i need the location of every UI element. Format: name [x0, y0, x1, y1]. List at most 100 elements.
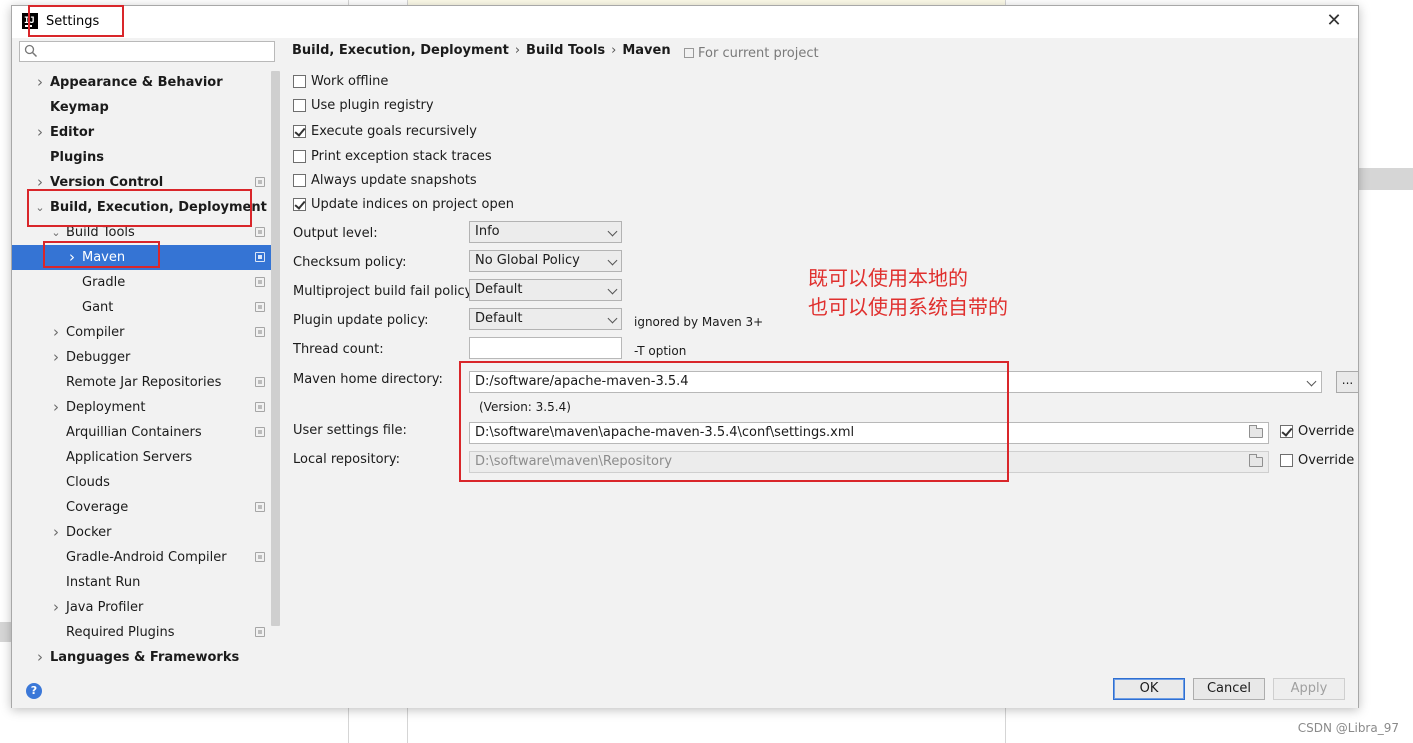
- sidebar-item-clouds[interactable]: Clouds: [12, 470, 272, 495]
- checkbox-checked[interactable]: [293, 125, 306, 138]
- output-level-label: Output level:: [293, 226, 378, 241]
- checkbox-unchecked[interactable]: [293, 75, 306, 88]
- folder-icon: [1249, 454, 1263, 467]
- sidebar-item-application-servers[interactable]: Application Servers: [12, 445, 272, 470]
- sidebar-item-compiler[interactable]: › Compiler: [12, 320, 272, 345]
- sidebar-item-editor[interactable]: › Editor: [12, 120, 272, 145]
- sidebar-item-label: Editor: [50, 125, 95, 140]
- ok-button[interactable]: OK: [1113, 678, 1185, 700]
- sidebar-item-label: Build Tools: [66, 225, 135, 240]
- apply-button[interactable]: Apply: [1273, 678, 1345, 700]
- help-icon[interactable]: ?: [26, 683, 42, 699]
- checkbox-unchecked[interactable]: [293, 174, 306, 187]
- checkbox-checked[interactable]: [293, 198, 306, 211]
- sidebar-item-docker[interactable]: › Docker: [12, 520, 272, 545]
- user-settings-input[interactable]: D:\software\maven\apache-maven-3.5.4\con…: [469, 422, 1269, 444]
- chevron-down-icon: [1306, 376, 1317, 387]
- sidebar-item-label: Maven: [82, 250, 126, 265]
- sidebar-item-label: Appearance & Behavior: [50, 75, 223, 90]
- window-title: Settings: [46, 14, 100, 29]
- thread-count-hint: -T option: [634, 344, 687, 358]
- project-scope-icon: [255, 327, 265, 337]
- maven-home-combobox[interactable]: D:/software/apache-maven-3.5.4: [469, 371, 1322, 393]
- user-settings-value: D:\software\maven\apache-maven-3.5.4\con…: [475, 425, 855, 440]
- sidebar-item-java-profiler[interactable]: › Java Profiler: [12, 595, 272, 620]
- checkbox-unchecked[interactable]: [293, 99, 306, 112]
- sidebar-item-arquillian-containers[interactable]: Arquillian Containers: [12, 420, 272, 445]
- breadcrumb-separator: ›: [611, 43, 617, 58]
- sidebar-item-label: Gradle: [82, 275, 126, 290]
- multiproject-fail-policy-select[interactable]: Default: [469, 279, 622, 301]
- multiproject-fail-policy-value: Default: [475, 282, 523, 297]
- chevron-right-icon[interactable]: ›: [34, 645, 46, 667]
- sidebar-item-label: Application Servers: [66, 450, 193, 465]
- sidebar-item-gant[interactable]: Gant: [12, 295, 272, 320]
- checkbox-unchecked[interactable]: [293, 150, 306, 163]
- chevron-right-icon[interactable]: ›: [34, 120, 46, 145]
- sidebar-item-remote-jar-repositories[interactable]: Remote Jar Repositories: [12, 370, 272, 395]
- checksum-policy-label: Checksum policy:: [293, 255, 407, 270]
- sidebar-item-deployment[interactable]: › Deployment: [12, 395, 272, 420]
- chevron-right-icon[interactable]: ›: [34, 170, 46, 195]
- sidebar-item-instant-run[interactable]: Instant Run: [12, 570, 272, 595]
- chevron-right-icon[interactable]: ›: [66, 245, 78, 270]
- project-scope-icon: [255, 502, 265, 512]
- sidebar-item-build-execution-deployment[interactable]: ⌄ Build, Execution, Deployment: [12, 195, 272, 220]
- project-scope-icon: [255, 302, 265, 312]
- checkbox-unchecked[interactable]: [1280, 454, 1293, 467]
- sidebar-item-label: Coverage: [66, 500, 129, 515]
- sidebar-item-gradle[interactable]: Gradle: [12, 270, 272, 295]
- sidebar-item-build-tools[interactable]: ⌄ Build Tools: [12, 220, 272, 245]
- project-scope-icon: [684, 48, 694, 58]
- search-input[interactable]: [19, 41, 275, 62]
- plugin-update-policy-label: Plugin update policy:: [293, 313, 429, 328]
- output-level-select[interactable]: Info: [469, 221, 622, 243]
- sidebar-item-label: Compiler: [66, 325, 125, 340]
- sidebar-item-plugins[interactable]: Plugins: [12, 145, 272, 170]
- maven-home-browse-button[interactable]: ...: [1336, 371, 1359, 393]
- sidebar-item-gradle-android-compiler[interactable]: Gradle-Android Compiler: [12, 545, 272, 570]
- sidebar-item-required-plugins[interactable]: Required Plugins: [12, 620, 272, 645]
- checksum-policy-select[interactable]: No Global Policy: [469, 250, 622, 272]
- settings-dialog: IJ Settings ✕ › Appearance & Behavior Keym…: [11, 5, 1359, 708]
- chevron-down-icon: [607, 284, 618, 295]
- close-button[interactable]: ✕: [1324, 11, 1344, 31]
- chevron-down-icon: [607, 255, 618, 266]
- execute-goals-recursively-label: Execute goals recursively: [311, 124, 477, 139]
- update-indices-on-project-open-label: Update indices on project open: [311, 197, 514, 212]
- sidebar-item-label: Keymap: [50, 100, 109, 115]
- scope-label: For current project: [684, 46, 819, 61]
- sidebar-scrollbar[interactable]: [271, 71, 280, 626]
- chevron-down-icon[interactable]: ⌄: [50, 220, 62, 245]
- project-scope-icon: [255, 252, 265, 262]
- sidebar-item-appearance-behavior[interactable]: › Appearance & Behavior: [12, 70, 272, 95]
- sidebar-item-maven[interactable]: › Maven: [12, 245, 272, 270]
- sidebar-item-coverage[interactable]: Coverage: [12, 495, 272, 520]
- checksum-policy-value: No Global Policy: [475, 253, 580, 268]
- thread-count-input[interactable]: [469, 337, 622, 359]
- sidebar-item-version-control[interactable]: › Version Control: [12, 170, 272, 195]
- sidebar-item-label: Instant Run: [66, 575, 141, 590]
- title-bar: IJ Settings ✕: [12, 6, 1358, 38]
- user-settings-label: User settings file:: [293, 423, 407, 438]
- chevron-right-icon[interactable]: ›: [50, 395, 62, 420]
- chevron-right-icon[interactable]: ›: [50, 320, 62, 345]
- chevron-right-icon[interactable]: ›: [34, 70, 46, 95]
- chevron-right-icon[interactable]: ›: [50, 520, 62, 545]
- settings-tree: › Appearance & Behavior Keymap › Editor Plugi…: [12, 70, 282, 667]
- sidebar-item-keymap[interactable]: Keymap: [12, 95, 272, 120]
- chevron-right-icon[interactable]: ›: [50, 345, 62, 370]
- sidebar-item-languages-frameworks[interactable]: › Languages & Frameworks: [12, 645, 272, 667]
- chevron-right-icon[interactable]: ›: [50, 595, 62, 620]
- chevron-down-icon[interactable]: ⌄: [34, 195, 46, 220]
- project-scope-icon: [255, 277, 265, 287]
- folder-icon[interactable]: [1249, 425, 1263, 438]
- thread-count-label: Thread count:: [293, 342, 384, 357]
- cancel-button[interactable]: Cancel: [1193, 678, 1265, 700]
- sidebar-item-debugger[interactable]: › Debugger: [12, 345, 272, 370]
- plugin-update-policy-select[interactable]: Default: [469, 308, 622, 330]
- checkbox-checked[interactable]: [1280, 425, 1293, 438]
- sidebar-item-label: Version Control: [50, 175, 164, 190]
- sidebar-item-label: Docker: [66, 525, 112, 540]
- project-scope-icon: [255, 627, 265, 637]
